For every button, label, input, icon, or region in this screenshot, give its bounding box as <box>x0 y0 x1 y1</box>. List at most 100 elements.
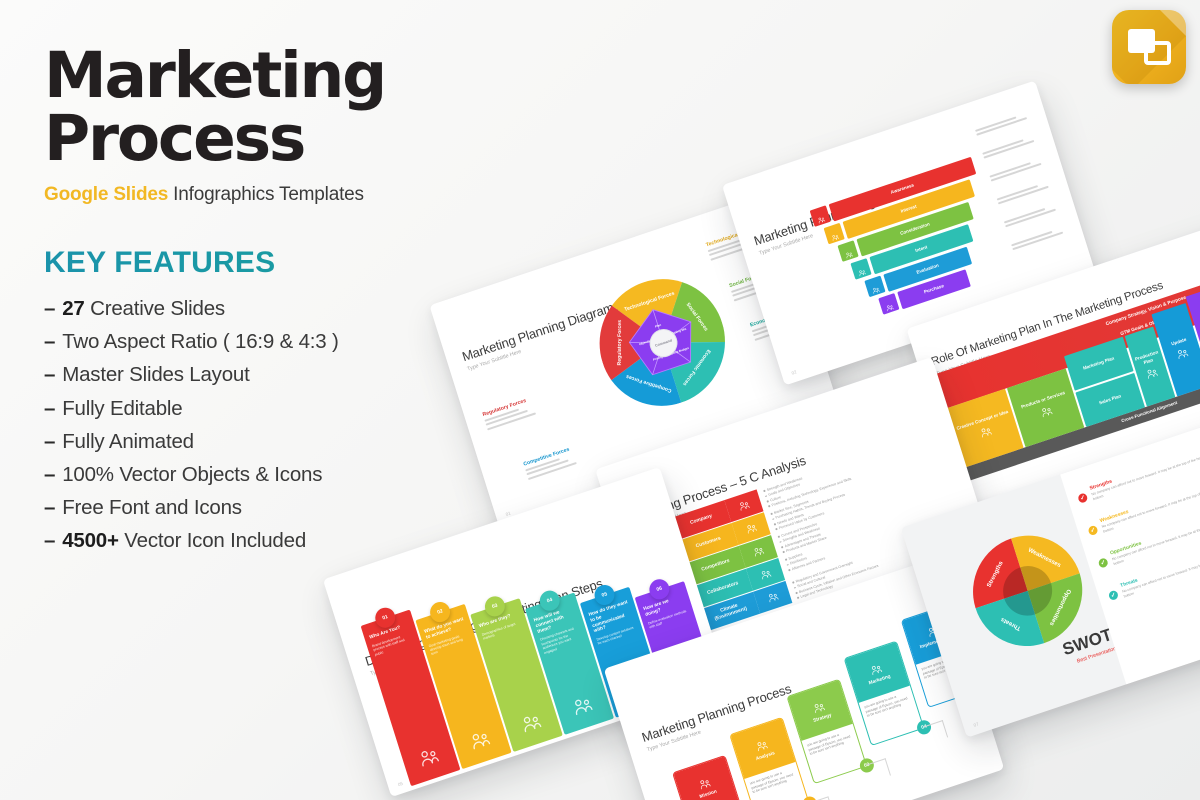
network-people-icon <box>568 690 598 721</box>
bullet-dash: – <box>44 330 56 354</box>
bullet-dot <box>766 500 769 503</box>
fivec-row-label-text: Customers <box>694 535 722 550</box>
bullet-dash: – <box>44 297 56 320</box>
funnel-stage-label: Consideration <box>899 221 931 237</box>
key-features-heading: KEY FEATURES <box>44 246 604 280</box>
funnel-stage-label: Evaluation <box>915 263 940 276</box>
presentation-icon <box>465 725 495 756</box>
intro-panel: Marketing Process Google Slides Infograp… <box>44 44 604 558</box>
role-block-label: Production Plan <box>1134 349 1159 365</box>
key-feature-label: Creative Slides <box>84 297 225 320</box>
key-feature-item: – Master Slides Layout <box>44 358 604 391</box>
bullet-dot <box>793 586 796 589</box>
bullet-dash: – <box>44 396 56 420</box>
fivec-row-label-text: Company <box>689 512 713 526</box>
megaphone-icon <box>815 210 826 224</box>
badge-rect-front <box>1144 41 1171 65</box>
funnel-note <box>982 131 1051 162</box>
key-feature-emphasis: 4500+ <box>62 529 119 553</box>
slide-page-number: 02 <box>790 369 798 376</box>
page-subtitle: Google Slides Infographics Templates <box>44 184 604 206</box>
key-feature-emphasis: 27 <box>62 297 85 320</box>
bullet-dot <box>796 596 799 600</box>
key-feature-label: Fully Animated <box>62 429 194 453</box>
key-feature-item: –27 Creative Slides <box>44 292 604 325</box>
funnel-icon-tile <box>864 275 886 298</box>
funnel-icon-tile <box>823 222 845 245</box>
bag-icon <box>842 245 853 259</box>
funnel-note <box>1011 222 1080 253</box>
role-block-label: Marketing Plan <box>1082 355 1115 372</box>
network-icon <box>757 566 773 583</box>
key-feature-label: 100% Vector Objects & Icons <box>62 463 323 487</box>
swot-check-icon: ✓ <box>1087 524 1099 537</box>
fivec-row-label-text: Collaborators <box>706 579 739 596</box>
role-block-label: Sales Plan <box>1098 393 1122 406</box>
funnel-note <box>989 154 1058 185</box>
bullet-dot <box>795 591 798 594</box>
bullet-dash: – <box>44 529 56 553</box>
funnel-icon-tile <box>850 257 873 280</box>
bullet-dot <box>772 518 775 521</box>
bullet-dot <box>773 523 776 526</box>
bullet-dot <box>792 581 795 584</box>
funnel-note <box>1003 199 1073 230</box>
key-feature-item: – Free Font and Icons <box>44 491 604 524</box>
bullet-dot <box>775 528 778 531</box>
cart-icon <box>883 298 894 312</box>
page-title: Marketing Process <box>44 39 387 175</box>
bullet-dot <box>784 558 787 561</box>
key-feature-label: Vector Icon Included <box>118 529 307 553</box>
key-feature-label: Fully Editable <box>62 396 183 420</box>
role-block-icon <box>1038 403 1055 421</box>
funnel-note <box>996 177 1066 208</box>
bullet-dot <box>770 512 773 515</box>
key-features-list: –27 Creative Slides – Two Aspect Ratio ( 1… <box>44 292 604 558</box>
subtitle-label: Infographics Templates <box>168 184 364 205</box>
funnel-icon-tile <box>878 293 900 315</box>
target-group-icon <box>517 708 547 739</box>
hand-cart-icon <box>856 263 867 277</box>
key-feature-item: –100% Vector Objects & Icons <box>44 458 604 491</box>
role-block-icon <box>977 423 994 441</box>
slide-page-number: 07 <box>972 721 980 728</box>
bullet-dash: – <box>44 463 56 487</box>
slide-page-number: 05 <box>397 780 404 788</box>
brand-label: Google Slides <box>44 184 169 205</box>
funnel-stage-label: Awareness <box>890 182 915 196</box>
key-feature-label: Master Slides Layout <box>62 363 250 387</box>
globe-icon <box>765 589 781 606</box>
funnel-notes <box>722 80 1063 251</box>
bullet-dot <box>788 568 791 571</box>
team-icon <box>414 742 444 773</box>
bullet-dot <box>786 563 789 566</box>
key-feature-item: –4500+ Vector Icon Included <box>44 524 604 557</box>
swot-check-icon: ✓ <box>1107 589 1120 602</box>
bullet-dash: – <box>44 363 56 387</box>
bullet-dash: – <box>44 429 56 453</box>
key-feature-item: – Two Aspect Ratio ( 16:9 & 4:3 ) <box>44 325 604 358</box>
key-feature-label: Free Font and Icons <box>62 496 242 520</box>
bullet-dot <box>777 535 780 538</box>
funnel-note <box>975 108 1044 139</box>
bullet-dash: – <box>44 496 56 520</box>
lightbulb-icon <box>828 228 839 242</box>
bullet-dot <box>782 551 785 554</box>
key-feature-item: – Fully Editable <box>44 392 604 425</box>
bullet-dot <box>764 495 767 498</box>
bullet-dot <box>779 540 782 543</box>
user-search-icon <box>869 281 880 294</box>
key-feature-label: Two Aspect Ratio ( 16:9 & 4:3 ) <box>62 330 339 354</box>
key-feature-item: – Fully Animated <box>44 425 604 458</box>
google-slides-icon <box>1112 10 1186 84</box>
role-block-icon <box>1143 364 1160 382</box>
funnel-icon-tile <box>837 240 859 263</box>
people-icon <box>743 520 759 537</box>
funnel-stage-label: Interest <box>900 204 918 215</box>
bullet-dot <box>780 546 783 549</box>
funnel-stage-label: Purchase <box>923 283 945 295</box>
factory-icon <box>736 497 752 514</box>
bullet-dot <box>763 489 766 493</box>
puzzle-icon <box>750 543 766 560</box>
process-card-header: Mission <box>673 756 739 800</box>
